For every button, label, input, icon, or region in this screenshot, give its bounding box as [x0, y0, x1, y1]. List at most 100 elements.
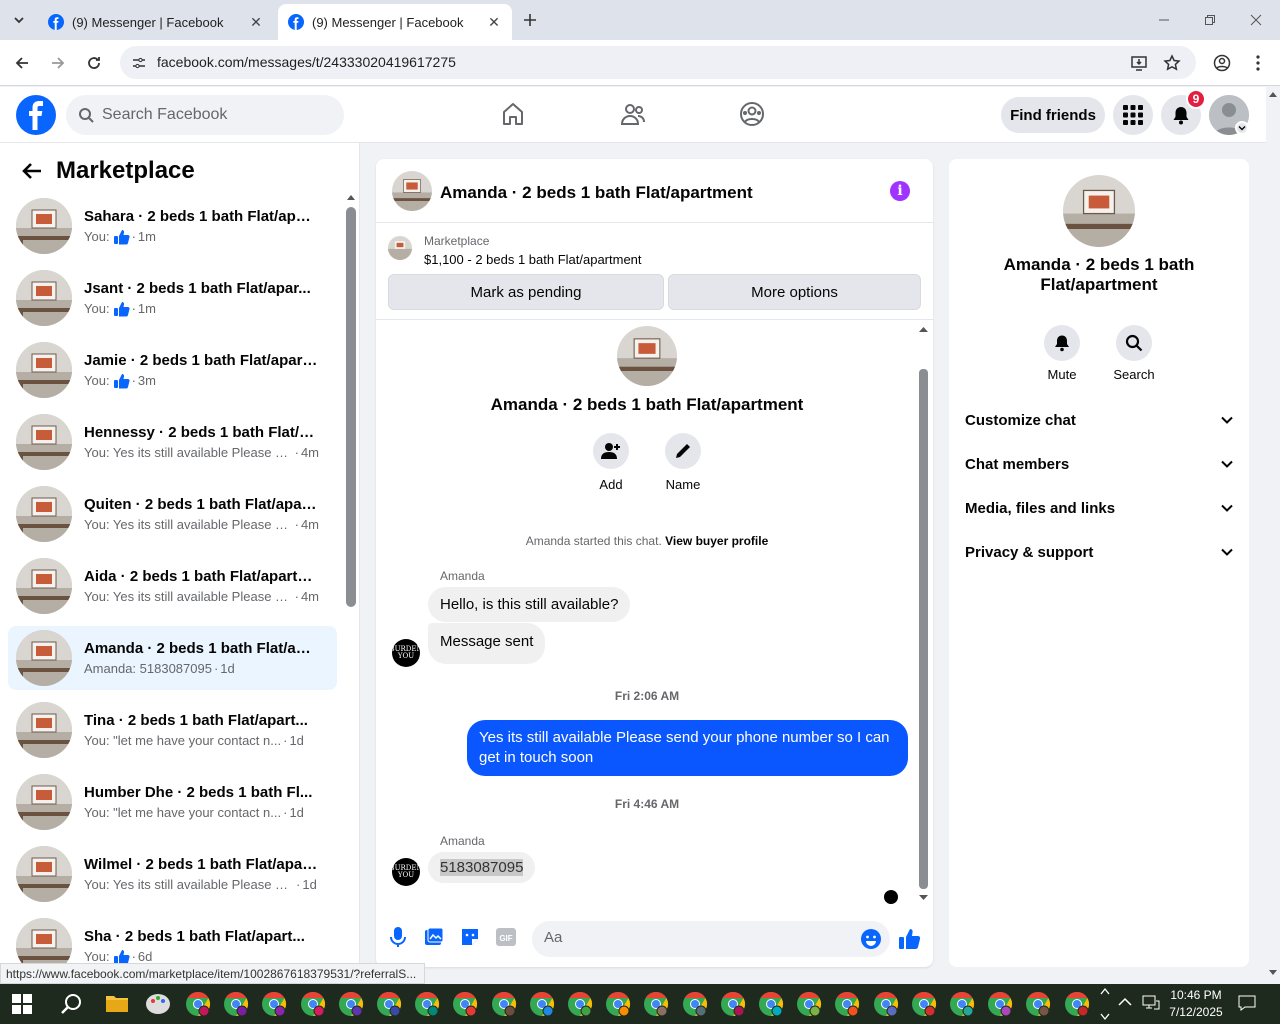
new-tab-button[interactable] [520, 10, 540, 30]
network-icon[interactable] [1142, 995, 1160, 1011]
info-icon[interactable]: i [890, 181, 910, 201]
chrome-profile-icon[interactable] [184, 990, 212, 1018]
incoming-message[interactable]: Hello, is this still available? [428, 587, 631, 622]
conversation-item[interactable]: Wilmel · 2 beds 1 bath Flat/apart... You:… [8, 842, 337, 906]
contact-avatar[interactable]: BURDEN YOU [389, 639, 423, 667]
show-hidden-icons[interactable] [1118, 997, 1132, 1007]
account-chevron[interactable] [1235, 121, 1249, 135]
forward-button[interactable] [46, 51, 70, 75]
customize-chat-row[interactable]: Customize chat [965, 408, 1233, 432]
conversation-item[interactable]: Jamie · 2 beds 1 bath Flat/apart... You: ·… [8, 338, 337, 402]
gif-button[interactable]: GIF [494, 925, 518, 949]
page-scrollbar[interactable] [1266, 87, 1280, 984]
details-avatar[interactable] [1063, 175, 1135, 247]
outgoing-message[interactable]: Yes its still available Please send your… [467, 720, 908, 776]
menu-button[interactable] [1113, 95, 1153, 135]
emoji-button[interactable] [859, 927, 883, 951]
start-button[interactable] [12, 994, 32, 1014]
facebook-search-input[interactable]: Search Facebook [66, 95, 344, 135]
listing-price-title[interactable]: $1,100 - 2 beds 1 bath Flat/apartment [424, 252, 642, 267]
minimize-button[interactable] [1154, 10, 1174, 30]
chrome-profile-icon[interactable] [1063, 990, 1091, 1018]
facebook-logo[interactable] [16, 95, 56, 135]
more-options-button[interactable]: More options [668, 274, 921, 310]
profile-button[interactable] [1210, 51, 1234, 75]
chrome-profile-icon[interactable] [681, 990, 709, 1018]
add-action[interactable]: Add [581, 433, 641, 492]
browser-tab[interactable]: (9) Messenger | Facebook ✕ [38, 4, 274, 40]
search-action[interactable]: Search [1104, 325, 1164, 382]
chrome-profile-icon[interactable] [833, 990, 861, 1018]
chrome-profile-icon[interactable] [375, 990, 403, 1018]
chrome-profile-icon[interactable] [795, 990, 823, 1018]
reload-button[interactable] [82, 51, 106, 75]
close-window-button[interactable] [1246, 10, 1266, 30]
mute-action[interactable]: Mute [1032, 325, 1092, 382]
mark-as-pending-button[interactable]: Mark as pending [388, 274, 664, 310]
view-buyer-profile-link[interactable]: View buyer profile [665, 534, 768, 548]
privacy-support-row[interactable]: Privacy & support [965, 540, 1233, 564]
install-app-icon[interactable] [1130, 54, 1148, 72]
incoming-message[interactable]: 5183087095 [428, 852, 536, 883]
listing-thumbnail[interactable] [392, 171, 432, 211]
name-action[interactable]: Name [653, 433, 713, 492]
chrome-profile-icon[interactable] [642, 990, 670, 1018]
chat-title[interactable]: Amanda · 2 beds 1 bath Flat/apartment [440, 183, 753, 203]
back-arrow-icon[interactable] [20, 159, 44, 183]
nav-friends[interactable] [618, 99, 648, 129]
chrome-profile-icon[interactable] [260, 990, 288, 1018]
taskbar-search-button[interactable] [60, 992, 84, 1016]
close-tab-icon[interactable]: ✕ [248, 14, 264, 30]
address-bar[interactable]: facebook.com/messages/t/2433302041961727… [120, 46, 1196, 79]
nav-home[interactable] [498, 99, 528, 129]
scroll-up-arrow-icon[interactable] [347, 194, 355, 200]
like-button[interactable] [898, 927, 922, 951]
media-files-links-row[interactable]: Media, files and links [965, 496, 1233, 520]
message-input[interactable]: Aa [532, 921, 890, 957]
chrome-profile-icon[interactable] [413, 990, 441, 1018]
conversation-item[interactable]: Hennessy · 2 beds 1 bath Flat/ap... You: … [8, 410, 337, 474]
browser-tab-active[interactable]: (9) Messenger | Facebook ✕ [278, 4, 512, 40]
conversation-item[interactable]: Jsant · 2 beds 1 bath Flat/apar... You: · 1… [8, 266, 337, 330]
chrome-profile-icon[interactable] [604, 990, 632, 1018]
scroll-up-arrow-icon[interactable] [1269, 91, 1277, 97]
paint-app-icon[interactable] [145, 991, 171, 1017]
left-scrollbar-thumb[interactable] [346, 207, 356, 607]
close-tab-icon[interactable]: ✕ [486, 14, 502, 30]
tab-search-button[interactable] [6, 8, 32, 32]
chrome-profile-icon[interactable] [872, 990, 900, 1018]
chrome-profile-icon[interactable] [490, 990, 518, 1018]
nav-groups[interactable] [737, 99, 767, 129]
site-info-icon[interactable] [128, 52, 150, 74]
conversation-item[interactable]: Amanda · 2 beds 1 bath Flat/apa... Amanda… [8, 626, 337, 690]
scroll-up-arrow-icon[interactable] [919, 326, 928, 332]
chrome-profile-icon[interactable] [986, 990, 1014, 1018]
chrome-profile-icon[interactable] [337, 990, 365, 1018]
chrome-profile-icon[interactable] [528, 990, 556, 1018]
chrome-profile-icon[interactable] [222, 990, 250, 1018]
conversation-item[interactable]: Aida · 2 beds 1 bath Flat/apartm... You: … [8, 554, 337, 618]
browser-menu-button[interactable] [1246, 51, 1270, 75]
chat-scrollbar-thumb[interactable] [919, 369, 928, 889]
restore-button[interactable] [1200, 10, 1220, 30]
incoming-message[interactable]: Message sent [428, 623, 546, 664]
notification-center-icon[interactable] [1238, 995, 1256, 1011]
taskbar-clock[interactable]: 10:46 PM 7/12/2025 [1166, 987, 1226, 1021]
listing-small-thumbnail[interactable] [388, 236, 412, 260]
find-friends-button[interactable]: Find friends [1001, 97, 1105, 133]
chrome-profile-icon[interactable] [1024, 990, 1052, 1018]
voice-clip-button[interactable] [386, 925, 410, 949]
attach-photo-button[interactable] [422, 925, 446, 949]
chrome-profile-icon[interactable] [451, 990, 479, 1018]
file-explorer-icon[interactable] [106, 993, 128, 1013]
conversation-item[interactable]: Sahara · 2 beds 1 bath Flat/apart... You:… [8, 194, 337, 258]
conversation-item[interactable]: Quiten · 2 beds 1 bath Flat/apart... You:… [8, 482, 337, 546]
chrome-profile-icon[interactable] [910, 990, 938, 1018]
back-button[interactable] [10, 51, 34, 75]
phone-number-text[interactable]: 5183087095 [440, 859, 524, 876]
chrome-profile-icon[interactable] [566, 990, 594, 1018]
scroll-down-arrow-icon[interactable] [1269, 970, 1277, 976]
chrome-profile-icon[interactable] [299, 990, 327, 1018]
scroll-down-arrow-icon[interactable] [919, 895, 928, 901]
chat-members-row[interactable]: Chat members [965, 452, 1233, 476]
